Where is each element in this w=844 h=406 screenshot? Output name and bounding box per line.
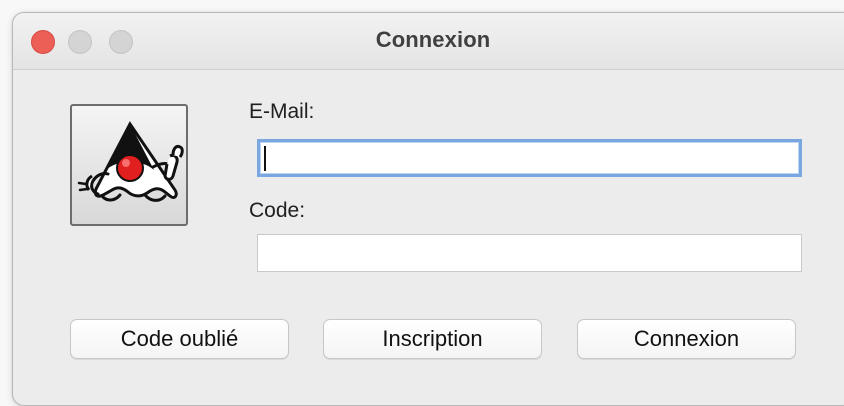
code-field[interactable] (257, 234, 802, 272)
email-field[interactable] (257, 139, 802, 177)
register-button[interactable]: Inscription (323, 319, 542, 359)
text-cursor (264, 146, 266, 171)
title-bar: Connexion (13, 13, 844, 70)
forgot-code-button[interactable]: Code oublié (70, 319, 289, 359)
code-label: Code: (249, 199, 306, 222)
email-label: E-Mail: (249, 100, 315, 123)
duke-logo (70, 104, 188, 226)
login-button[interactable]: Connexion (577, 319, 796, 359)
java-duke-icon (77, 121, 184, 202)
window-title: Connexion (375, 27, 491, 52)
login-window: Connexion E-Mail: Code: Code oublié Insc… (12, 12, 844, 406)
